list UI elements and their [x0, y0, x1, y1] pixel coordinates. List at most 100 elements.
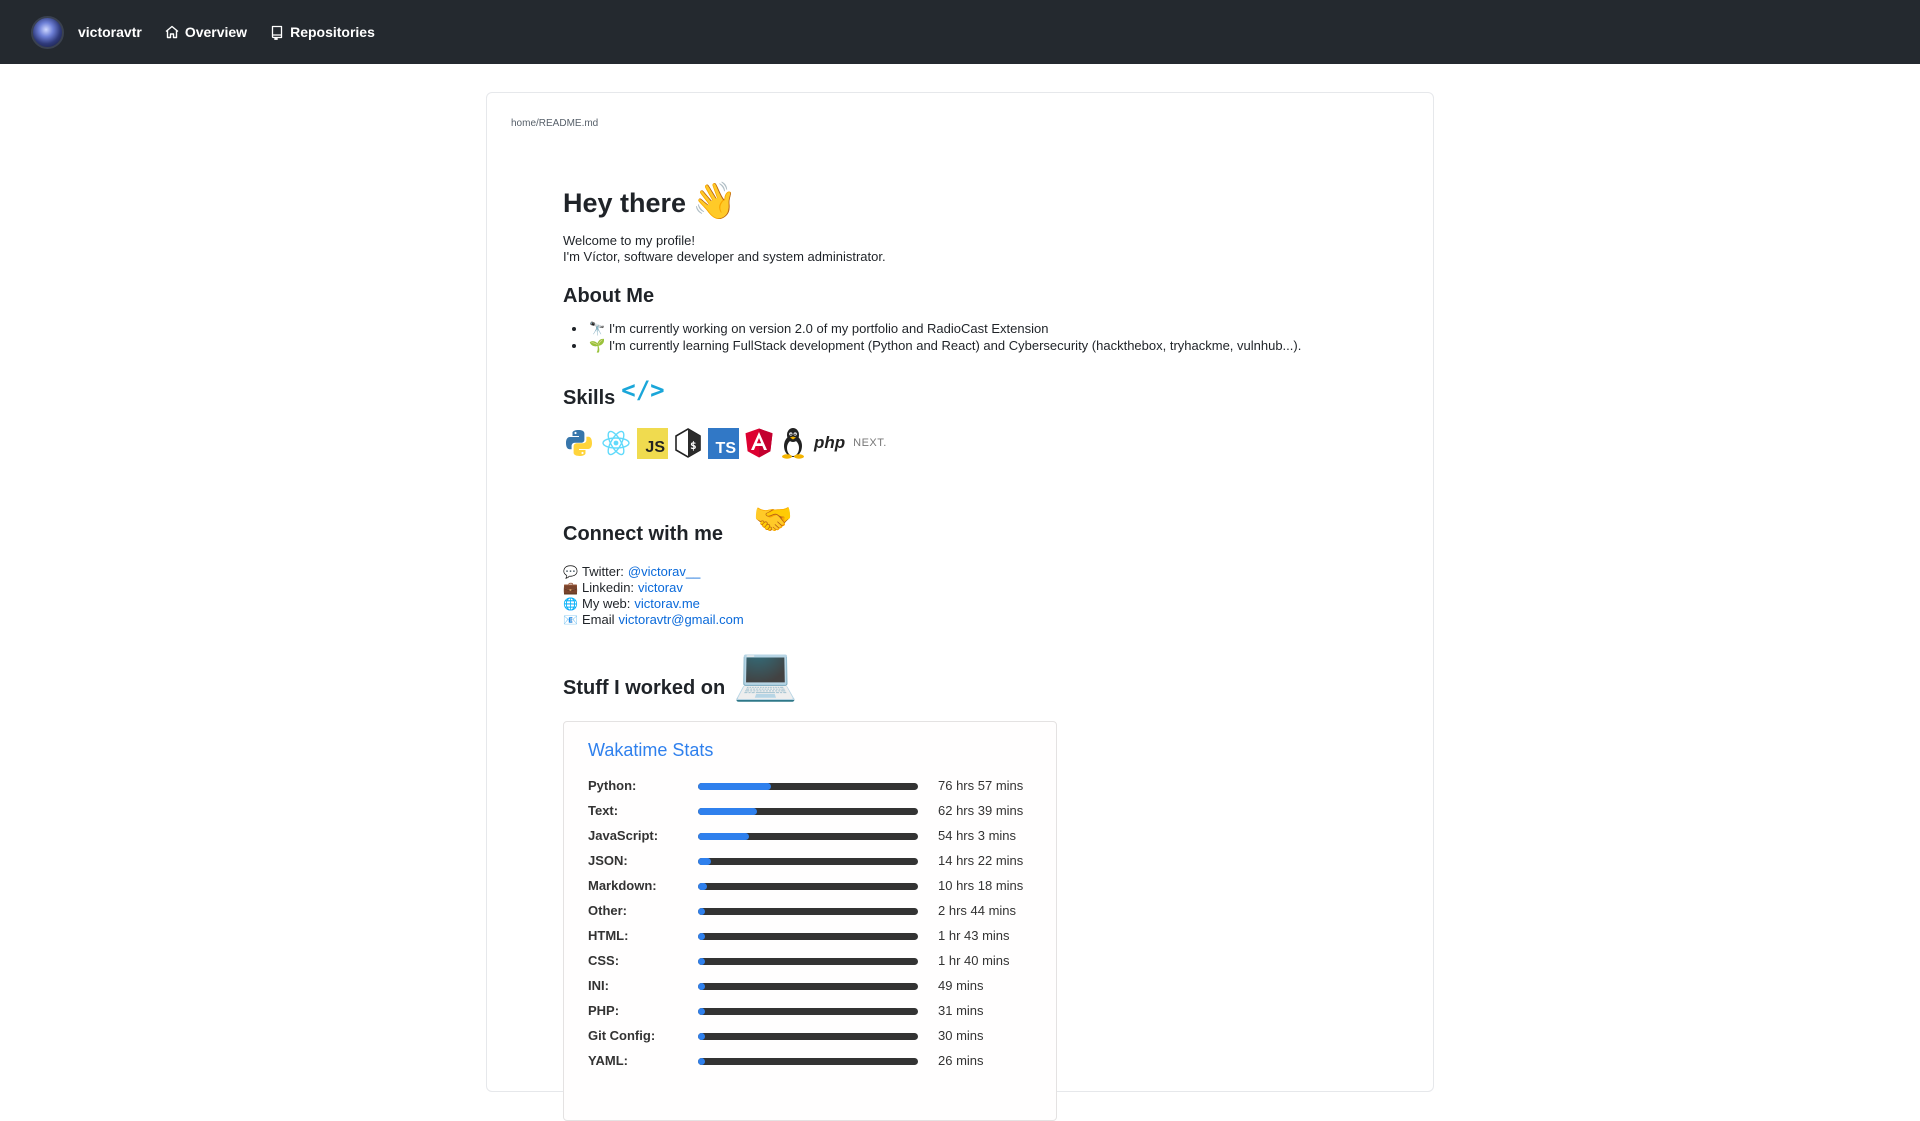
nav-overview[interactable]: Overview: [164, 24, 247, 40]
wakatime-progress-fill: [698, 983, 705, 990]
python-icon[interactable]: [563, 427, 595, 459]
about-heading: About Me: [563, 285, 655, 307]
wakatime-progress-bar: [698, 808, 918, 815]
wakatime-language: HTML:: [588, 928, 629, 943]
wakatime-language: CSS:: [588, 953, 620, 968]
twitter-link[interactable]: @victorav__: [628, 564, 700, 580]
wakatime-time: 31 mins: [938, 1003, 984, 1018]
wakatime-language: YAML:: [588, 1053, 628, 1068]
wakatime-time: 10 hrs 18 mins: [938, 878, 1024, 893]
nav-repositories-label: Repositories: [290, 24, 375, 40]
list-item: 🌱 I'm currently learning FullStack devel…: [587, 337, 1383, 354]
wakatime-progress-fill: [698, 1058, 705, 1065]
wakatime-row: JSON: 14 hrs 22 mins: [588, 853, 1048, 869]
linux-icon[interactable]: [779, 427, 807, 459]
intro-text: Welcome to my profile! I'm Víctor, softw…: [563, 233, 1383, 265]
stuff-heading: Stuff I worked on 💻: [563, 648, 1383, 700]
wakatime-progress-bar: [698, 958, 918, 965]
avatar[interactable]: [31, 15, 64, 49]
top-navigation-bar: victoravtr Overview Repositories: [0, 0, 1920, 64]
wakatime-language: JSON:: [588, 853, 628, 868]
wakatime-progress-fill: [698, 958, 705, 965]
nextjs-icon[interactable]: NEXT.: [853, 437, 887, 449]
about-item-text: I'm currently working on version 2.0 of …: [608, 321, 1049, 336]
website-link[interactable]: victorav.me: [634, 596, 700, 612]
wakatime-time: 30 mins: [938, 1028, 984, 1043]
skills-heading-text: Skills: [563, 387, 616, 409]
wakatime-progress-bar: [698, 908, 918, 915]
javascript-icon[interactable]: JS: [637, 427, 668, 459]
stuff-heading-text: Stuff I worked on: [563, 677, 726, 699]
skills-icons: JS $ TS php NEXT.: [563, 426, 1383, 460]
wakatime-language: Python:: [588, 778, 637, 793]
connect-list: 💬 Twitter: @victorav__ 💼 Linkedin: victo…: [563, 564, 1383, 628]
wakatime-time: 62 hrs 39 mins: [938, 803, 1024, 818]
about-list: 🔭 I'm currently working on version 2.0 o…: [587, 320, 1383, 354]
wakatime-progress-fill: [698, 783, 771, 790]
wakatime-time: 76 hrs 57 mins: [938, 778, 1024, 793]
wakatime-row: HTML: 1 hr 43 mins: [588, 928, 1048, 944]
intro-line-2: I'm Víctor, software developer and syste…: [563, 249, 886, 264]
php-icon[interactable]: php: [814, 433, 845, 453]
wakatime-progress-bar: [698, 933, 918, 940]
briefcase-icon: 💼: [563, 581, 578, 595]
wakatime-progress-fill: [698, 933, 705, 940]
list-item: 🔭 I'm currently working on version 2.0 o…: [587, 320, 1383, 337]
wakatime-row: YAML: 26 mins: [588, 1053, 1048, 1069]
wakatime-row: PHP: 31 mins: [588, 1003, 1048, 1019]
wakatime-progress-bar: [698, 1008, 918, 1015]
wakatime-progress-fill: [698, 883, 707, 890]
nav-repositories[interactable]: Repositories: [269, 24, 375, 40]
wakatime-progress-bar: [698, 858, 918, 865]
book-icon: [271, 25, 283, 40]
readme-content: Hey there 👋 Welcome to my profile! I'm V…: [563, 171, 1383, 701]
wakatime-language: JavaScript:: [588, 828, 659, 843]
wakatime-time: 2 hrs 44 mins: [938, 903, 1017, 918]
wakatime-time: 1 hr 43 mins: [938, 928, 1010, 943]
wakatime-time: 26 mins: [938, 1053, 984, 1068]
about-item-text: I'm currently learning FullStack develop…: [608, 338, 1302, 353]
angular-icon[interactable]: [744, 427, 774, 459]
wakatime-progress-bar: [698, 783, 918, 790]
connect-label: Email: [582, 612, 615, 627]
wakatime-row: Python: 76 hrs 57 mins: [588, 778, 1048, 794]
page-title: Hey there 👋: [563, 171, 1383, 219]
seedling-icon: 🌱: [589, 338, 606, 353]
connect-label: Linkedin:: [582, 580, 635, 595]
wakatime-progress-bar: [698, 1033, 918, 1040]
wakatime-time: 54 hrs 3 mins: [938, 828, 1017, 843]
wakatime-time: 1 hr 40 mins: [938, 953, 1010, 968]
wakatime-progress-bar: [698, 1058, 918, 1065]
wakatime-progress-fill: [698, 1008, 705, 1015]
wakatime-progress-bar: [698, 983, 918, 990]
linkedin-link[interactable]: victorav: [638, 580, 683, 596]
username[interactable]: victoravtr: [78, 24, 142, 40]
connect-heading-text: Connect with me: [563, 523, 724, 545]
svg-text:$: $: [690, 439, 697, 452]
wakatime-progress-bar: [698, 833, 918, 840]
page-title-text: Hey there: [563, 188, 687, 218]
email-link[interactable]: victoravtr@gmail.com: [619, 612, 744, 628]
wakatime-row: Text: 62 hrs 39 mins: [588, 803, 1048, 819]
speech-bubble-icon: 💬: [563, 565, 578, 579]
telescope-icon: 🔭: [589, 321, 606, 336]
wakatime-row: JavaScript: 54 hrs 3 mins: [588, 828, 1048, 844]
connect-twitter: 💬 Twitter: @victorav__: [563, 564, 1383, 580]
connect-email: 📧 Email victoravtr@gmail.com: [563, 612, 1383, 628]
wakatime-time: 49 mins: [938, 978, 984, 993]
connect-heading: Connect with me 🤝: [563, 500, 1383, 546]
wakatime-time: 14 hrs 22 mins: [938, 853, 1024, 868]
skills-heading: Skills </>: [563, 376, 1383, 410]
typescript-icon[interactable]: TS: [708, 427, 739, 459]
wakatime-progress-fill: [698, 833, 749, 840]
bash-icon[interactable]: $: [673, 427, 703, 459]
wakatime-progress-fill: [698, 908, 705, 915]
wakatime-progress-fill: [698, 858, 712, 865]
breadcrumb: home/README.md: [511, 118, 599, 129]
wakatime-language: PHP:: [588, 1003, 620, 1018]
intro-line-1: Welcome to my profile!: [563, 233, 695, 248]
react-icon[interactable]: [600, 427, 632, 459]
wakatime-progress-bar: [698, 883, 918, 890]
wakatime-language: Other:: [588, 903, 627, 918]
home-icon: [165, 25, 179, 39]
